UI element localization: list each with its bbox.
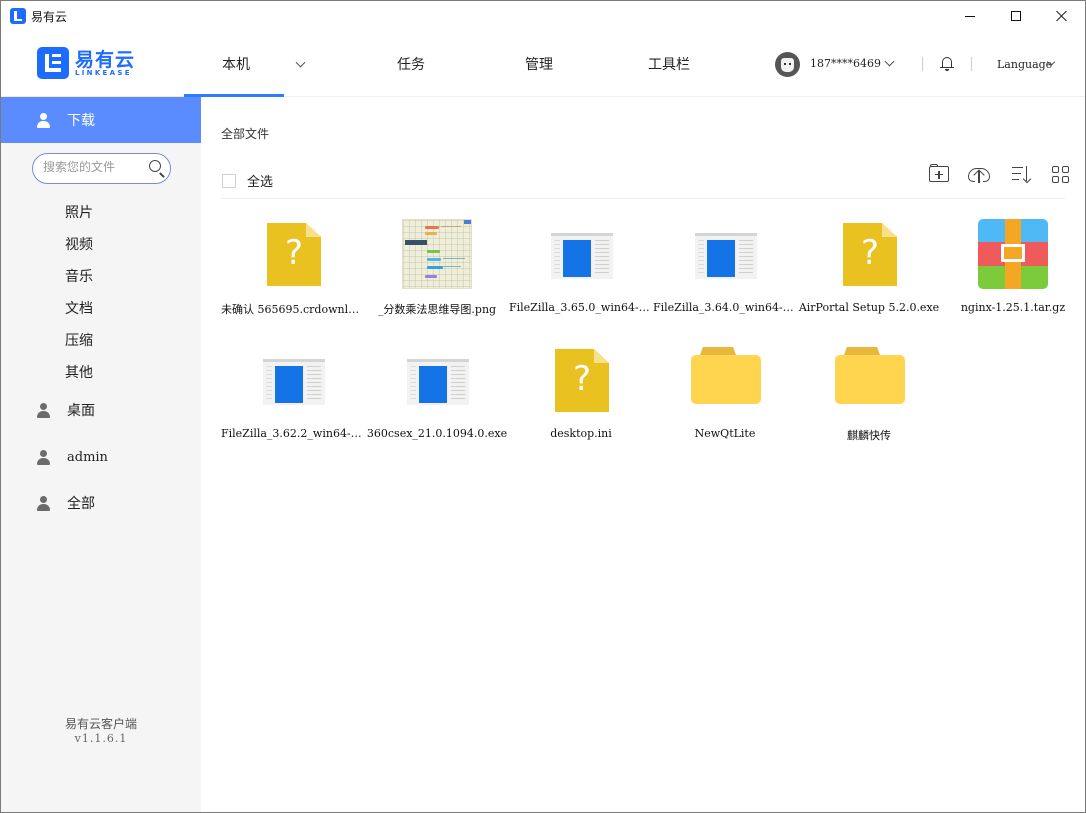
- close-button[interactable]: [1039, 1, 1085, 31]
- sort-icon[interactable]: [1010, 163, 1032, 185]
- file-name: FileZilla_3.65.0_win64-setup.exe: [509, 301, 653, 314]
- sidebar-item-desktop[interactable]: 桌面: [1, 387, 201, 433]
- app-window: 易有云 易有云 LINKEASE 本机 任务 管理 工具栏 187****646…: [0, 0, 1086, 813]
- unknown-file-icon: ?: [258, 219, 328, 289]
- sidebar-category-videos[interactable]: 视频: [65, 234, 93, 254]
- client-name: 易有云客户端: [64, 717, 137, 731]
- chevron-down-icon[interactable]: [295, 57, 306, 68]
- select-all-checkbox[interactable]: [222, 173, 236, 188]
- file-item[interactable]: FileZilla_3.64.0_win64-setup.exe: [653, 219, 797, 329]
- folder-icon: [690, 345, 761, 415]
- brand-logo: 易有云 LINKEASE: [37, 47, 137, 79]
- file-item[interactable]: ? AirPortal Setup 5.2.0.exe: [797, 219, 941, 329]
- file-name: desktop.ini: [550, 427, 612, 440]
- select-all[interactable]: 全选: [222, 171, 273, 190]
- folder-item[interactable]: NewQtLite: [653, 345, 797, 455]
- file-name: AirPortal Setup 5.2.0.exe: [798, 301, 940, 314]
- user-folder-icon: [36, 113, 50, 128]
- client-version: v1.1.6.1: [74, 732, 128, 745]
- sidebar-category-documents[interactable]: 文档: [65, 298, 93, 318]
- folder-name: 麒麟快传: [847, 429, 891, 442]
- app-logo-icon: [10, 8, 26, 24]
- window-title: 易有云: [31, 10, 68, 24]
- archive-icon: [978, 219, 1048, 289]
- brand-subtitle: LINKEASE: [75, 69, 132, 77]
- notification-bell-icon[interactable]: [939, 55, 955, 73]
- file-item[interactable]: FileZilla_3.62.2_win64-setup.exe: [221, 345, 365, 455]
- file-item[interactable]: nginx-1.25.1.tar.gz: [941, 219, 1085, 329]
- folder-name: NewQtLite: [694, 427, 756, 440]
- select-all-label: 全选: [247, 175, 274, 190]
- file-name: 未确认 565695.crdownload: [221, 303, 365, 316]
- sidebar-item-label: admin: [67, 449, 108, 465]
- file-name: 360csex_21.0.1094.0.exe: [366, 427, 508, 440]
- header-divider: [971, 57, 972, 71]
- search-box[interactable]: [32, 153, 171, 184]
- tab-toolbar-label: 工具栏: [648, 57, 690, 73]
- user-avatar[interactable]: [775, 52, 800, 77]
- unknown-file-icon: ?: [834, 219, 904, 289]
- installer-icon: [258, 345, 328, 415]
- sidebar-category-archives[interactable]: 压缩: [65, 330, 93, 350]
- search-icon[interactable]: [149, 160, 165, 178]
- maximize-icon: [1011, 11, 1021, 21]
- installer-icon: [690, 219, 760, 289]
- minimize-button[interactable]: [947, 1, 993, 31]
- maximize-button[interactable]: [993, 1, 1039, 31]
- file-item[interactable]: 360csex_21.0.1094.0.exe: [365, 345, 509, 455]
- user-folder-icon: [36, 450, 50, 465]
- tab-tasks[interactable]: 任务: [371, 31, 451, 97]
- upload-icon[interactable]: [968, 163, 990, 185]
- tab-manage-label: 管理: [525, 57, 553, 73]
- file-name: FileZilla_3.62.2_win64-setup.exe: [221, 427, 365, 440]
- new-folder-icon[interactable]: [928, 163, 950, 185]
- sidebar-item-label: 下载: [67, 113, 95, 129]
- grid-view-icon[interactable]: [1050, 163, 1072, 185]
- header-divider: [922, 57, 923, 71]
- user-phone[interactable]: 187****6469: [810, 57, 881, 70]
- title-bar: 易有云: [1, 1, 1085, 31]
- sidebar-item-label: 桌面: [67, 403, 95, 419]
- installer-icon: [546, 219, 616, 289]
- search-input[interactable]: [43, 160, 143, 174]
- unknown-file-icon: ?: [546, 345, 616, 415]
- sidebar-category-other[interactable]: 其他: [65, 362, 93, 382]
- language-selector[interactable]: Language: [997, 58, 1052, 71]
- image-thumbnail: [402, 219, 472, 289]
- brand-logo-icon: [37, 47, 69, 79]
- minimize-icon: [965, 15, 975, 17]
- folder-icon: [834, 345, 905, 415]
- tab-local-label: 本机: [222, 57, 250, 73]
- tab-tasks-label: 任务: [397, 57, 425, 73]
- sidebar-item-all[interactable]: 全部: [1, 480, 201, 526]
- brand-name: 易有云: [75, 49, 136, 71]
- app-header: 易有云 LINKEASE 本机 任务 管理 工具栏 187****6469 La…: [1, 31, 1085, 97]
- user-menu-chevron-icon[interactable]: [884, 56, 895, 67]
- sidebar: 下载 照片 视频 音乐 文档 压缩 其他 桌面 admin 全部 易有云客户端 …: [1, 97, 201, 812]
- file-item[interactable]: ? 未确认 565695.crdownload: [221, 219, 365, 329]
- file-item[interactable]: FileZilla_3.65.0_win64-setup.exe: [509, 219, 653, 329]
- sidebar-item-label: 全部: [67, 496, 95, 512]
- tab-local[interactable]: 本机: [184, 31, 306, 97]
- sidebar-item-downloads[interactable]: 下载: [1, 97, 201, 143]
- tab-manage[interactable]: 管理: [499, 31, 579, 97]
- sidebar-item-admin[interactable]: admin: [1, 434, 201, 480]
- breadcrumb[interactable]: 全部文件: [221, 125, 269, 142]
- close-icon: [1056, 10, 1068, 22]
- file-name: FileZilla_3.64.0_win64-setup.exe: [653, 301, 797, 314]
- sidebar-category-photos[interactable]: 照片: [65, 202, 93, 222]
- file-item[interactable]: _分数乘法思维导图.png: [365, 219, 509, 329]
- user-folder-icon: [36, 496, 50, 511]
- file-name: nginx-1.25.1.tar.gz: [960, 301, 1066, 314]
- installer-icon: [402, 345, 472, 415]
- file-name: _分数乘法思维导图.png: [377, 303, 497, 316]
- file-item[interactable]: ? desktop.ini: [509, 345, 653, 455]
- toolbar-divider: [221, 198, 1065, 199]
- user-folder-icon: [36, 403, 50, 418]
- file-browser: 全部文件 全选 ? 未确认 565695.crdownload _分数乘法思维导…: [201, 97, 1085, 812]
- folder-item[interactable]: 麒麟快传: [797, 345, 941, 455]
- sidebar-category-music[interactable]: 音乐: [65, 266, 93, 286]
- tab-toolbar[interactable]: 工具栏: [629, 31, 709, 97]
